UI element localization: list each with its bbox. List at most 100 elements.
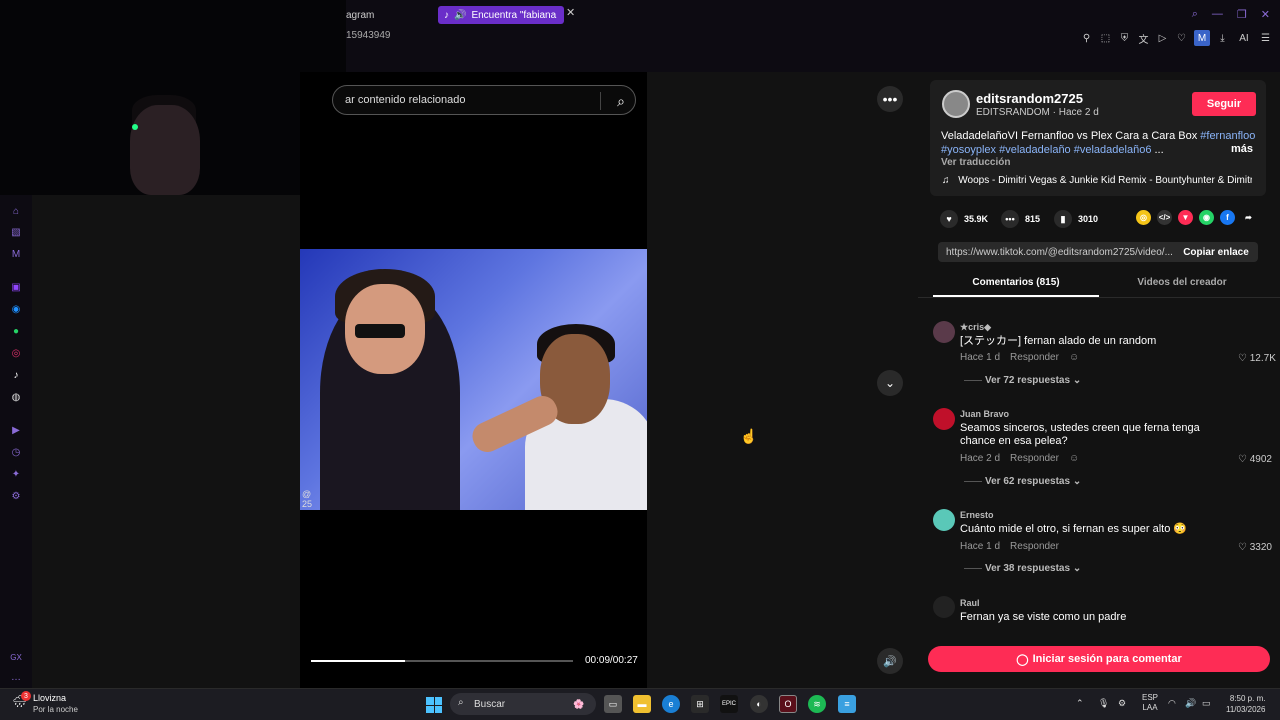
sidebar-m-icon[interactable]: M [10, 248, 22, 260]
extension-m-icon[interactable]: M [1194, 30, 1210, 46]
microphone-icon[interactable]: 🎙 [1098, 698, 1109, 709]
player-icon[interactable]: ▶ [10, 424, 22, 436]
tray-chevron-icon[interactable]: ⌃ [1076, 698, 1084, 709]
restore-icon[interactable]: ❐ [1237, 8, 1247, 21]
comment-action[interactable]: ••• 815 [1001, 210, 1040, 228]
extensions-icon[interactable]: ✦ [10, 468, 22, 480]
windows-start-icon[interactable] [426, 697, 442, 713]
video-progress-bar[interactable] [311, 660, 573, 662]
opera-gx-icon[interactable]: O [779, 695, 797, 713]
comment-avatar[interactable] [933, 321, 955, 343]
comment-like[interactable]: ♡ 4902 [1238, 454, 1272, 465]
sticker-icon[interactable]: ☺ [1069, 352, 1079, 363]
sidebar-home-icon[interactable]: ⌂ [10, 205, 22, 217]
tab-active[interactable]: ♪ 🔊 Encuentra "fabiana se [438, 6, 564, 24]
notepad-icon[interactable]: ≡ [838, 695, 856, 713]
file-explorer-icon[interactable]: ▬ [633, 695, 651, 713]
hashtag-link[interactable]: #veladadelaño6 [1074, 144, 1152, 156]
edge-icon[interactable]: e [662, 695, 680, 713]
send-icon[interactable]: ▼ [1178, 210, 1193, 225]
sidebar-store-icon[interactable]: ▧ [10, 226, 22, 238]
hashtag-link[interactable]: #veladadelaño [999, 144, 1071, 156]
translate-icon[interactable]: 文 [1137, 32, 1150, 46]
creator-username[interactable]: editsrandom2725 [976, 91, 1083, 106]
steam-icon[interactable]: ◐ [750, 695, 768, 713]
coin-icon[interactable]: ◎ [1136, 210, 1151, 225]
embed-icon[interactable]: </> [1157, 210, 1172, 225]
system-clock[interactable]: 8:50 p. m. 11/03/2026 [1226, 693, 1265, 715]
facebook-icon[interactable]: f [1220, 210, 1235, 225]
more-icon[interactable]: … [10, 671, 22, 683]
tab-instagram[interactable]: agram [340, 6, 380, 24]
pin-icon[interactable]: ⚲ [1080, 32, 1093, 45]
close-tab-icon[interactable]: ✕ [566, 6, 575, 19]
minimize-icon[interactable]: — [1212, 8, 1223, 21]
comment-icon[interactable]: ••• [1001, 210, 1019, 228]
view-replies-button[interactable]: Ver 62 respuestas ⌄ [985, 476, 1081, 487]
reply-button[interactable]: Responder [1010, 352, 1059, 363]
settings-icon[interactable]: ⚙ [10, 490, 22, 502]
battery-icon[interactable]: ▭ [1202, 698, 1211, 709]
shield-icon[interactable]: ⛨ [1118, 32, 1131, 45]
comment-like[interactable]: ♡ 12.7K [1238, 353, 1276, 364]
play-icon[interactable]: ▷ [1156, 32, 1169, 45]
epic-games-icon[interactable]: EPIC [720, 695, 738, 713]
whatsapp-icon[interactable]: ● [10, 325, 22, 337]
comment-username[interactable]: Juan Bravo [960, 409, 1009, 419]
reply-button[interactable]: Responder [1010, 453, 1059, 464]
menu-icon[interactable]: ☰ [1259, 32, 1272, 45]
copy-link-button[interactable]: Copiar enlace [1176, 242, 1256, 262]
more-options-button[interactable]: ••• [877, 86, 903, 112]
music-link[interactable]: ♫ Woops - Dimitri Vegas & Junkie Kid Rem… [942, 175, 1252, 186]
history-icon[interactable]: ◷ [10, 446, 22, 458]
twitch-icon[interactable]: ▣ [10, 281, 22, 293]
wifi-icon[interactable]: ◠ [1168, 698, 1176, 709]
follow-button[interactable]: Seguir [1192, 92, 1256, 116]
ai-icon[interactable]: AI [1235, 32, 1253, 45]
comment-avatar[interactable] [933, 596, 955, 618]
next-video-button[interactable]: ⌄ [877, 370, 903, 396]
heart-icon[interactable]: ♥ [940, 210, 958, 228]
comment-like[interactable]: ♡ 3320 [1238, 542, 1272, 553]
search-icon[interactable]: ⌕ [1192, 8, 1198, 21]
volume-button[interactable]: 🔊 [877, 648, 903, 674]
save-action[interactable]: ▮ 3010 [1054, 210, 1098, 228]
comment-username[interactable]: ★cris◆ [960, 322, 991, 333]
login-to-comment-button[interactable]: ◯ Iniciar sesión para comentar [928, 646, 1270, 672]
volume-icon[interactable]: 🔊 [1185, 698, 1196, 709]
download-icon[interactable]: ⤓ [1216, 32, 1229, 45]
search-icon[interactable]: ⌕ [617, 93, 625, 110]
spotify-icon[interactable]: ≋ [808, 695, 826, 713]
tab-creator-videos[interactable]: Videos del creador [1099, 277, 1265, 288]
whatsapp-icon[interactable]: ◉ [1199, 210, 1214, 225]
instagram-icon[interactable]: ◎ [10, 347, 22, 359]
copilot-icon[interactable]: 🌸 [570, 695, 588, 713]
network-badge-icon[interactable]: ⚙ [1118, 698, 1126, 709]
task-view-icon[interactable]: ▭ [604, 695, 622, 713]
related-search-input[interactable]: ar contenido relacionado ⌕ [332, 85, 636, 115]
tiktok-icon[interactable]: ♪ [10, 369, 22, 381]
language-indicator[interactable]: ESP LAA [1142, 693, 1158, 713]
heart-icon[interactable]: ♡ [1175, 32, 1188, 45]
close-icon[interactable]: ✕ [1261, 8, 1270, 21]
bookmark-icon[interactable]: ▮ [1054, 210, 1072, 228]
comment-username[interactable]: Ernesto [960, 510, 994, 520]
sticker-icon[interactable]: ☺ [1069, 453, 1079, 464]
view-replies-button[interactable]: Ver 72 respuestas ⌄ [985, 375, 1081, 386]
hashtag-link[interactable]: #fernanfloo [1200, 130, 1255, 142]
show-more-link[interactable]: más [1231, 143, 1253, 155]
tab-comments[interactable]: Comentarios (815) [933, 277, 1099, 288]
weather-title[interactable]: Llovizna [33, 693, 66, 703]
store-icon[interactable]: ⊞ [691, 695, 709, 713]
share-arrow-icon[interactable]: ➦ [1241, 210, 1256, 225]
reply-button[interactable]: Responder [1010, 541, 1059, 552]
gx-icon[interactable]: GX [10, 651, 22, 663]
creator-avatar[interactable] [942, 90, 970, 118]
discord-icon[interactable]: ◍ [10, 391, 22, 403]
comment-avatar[interactable] [933, 509, 955, 531]
view-replies-button[interactable]: Ver 38 respuestas ⌄ [985, 563, 1081, 574]
hashtag-link[interactable]: #yosoyplex [941, 144, 996, 156]
translate-link[interactable]: Ver traducción [941, 157, 1010, 168]
comment-username[interactable]: Raul [960, 598, 980, 608]
comment-avatar[interactable] [933, 408, 955, 430]
